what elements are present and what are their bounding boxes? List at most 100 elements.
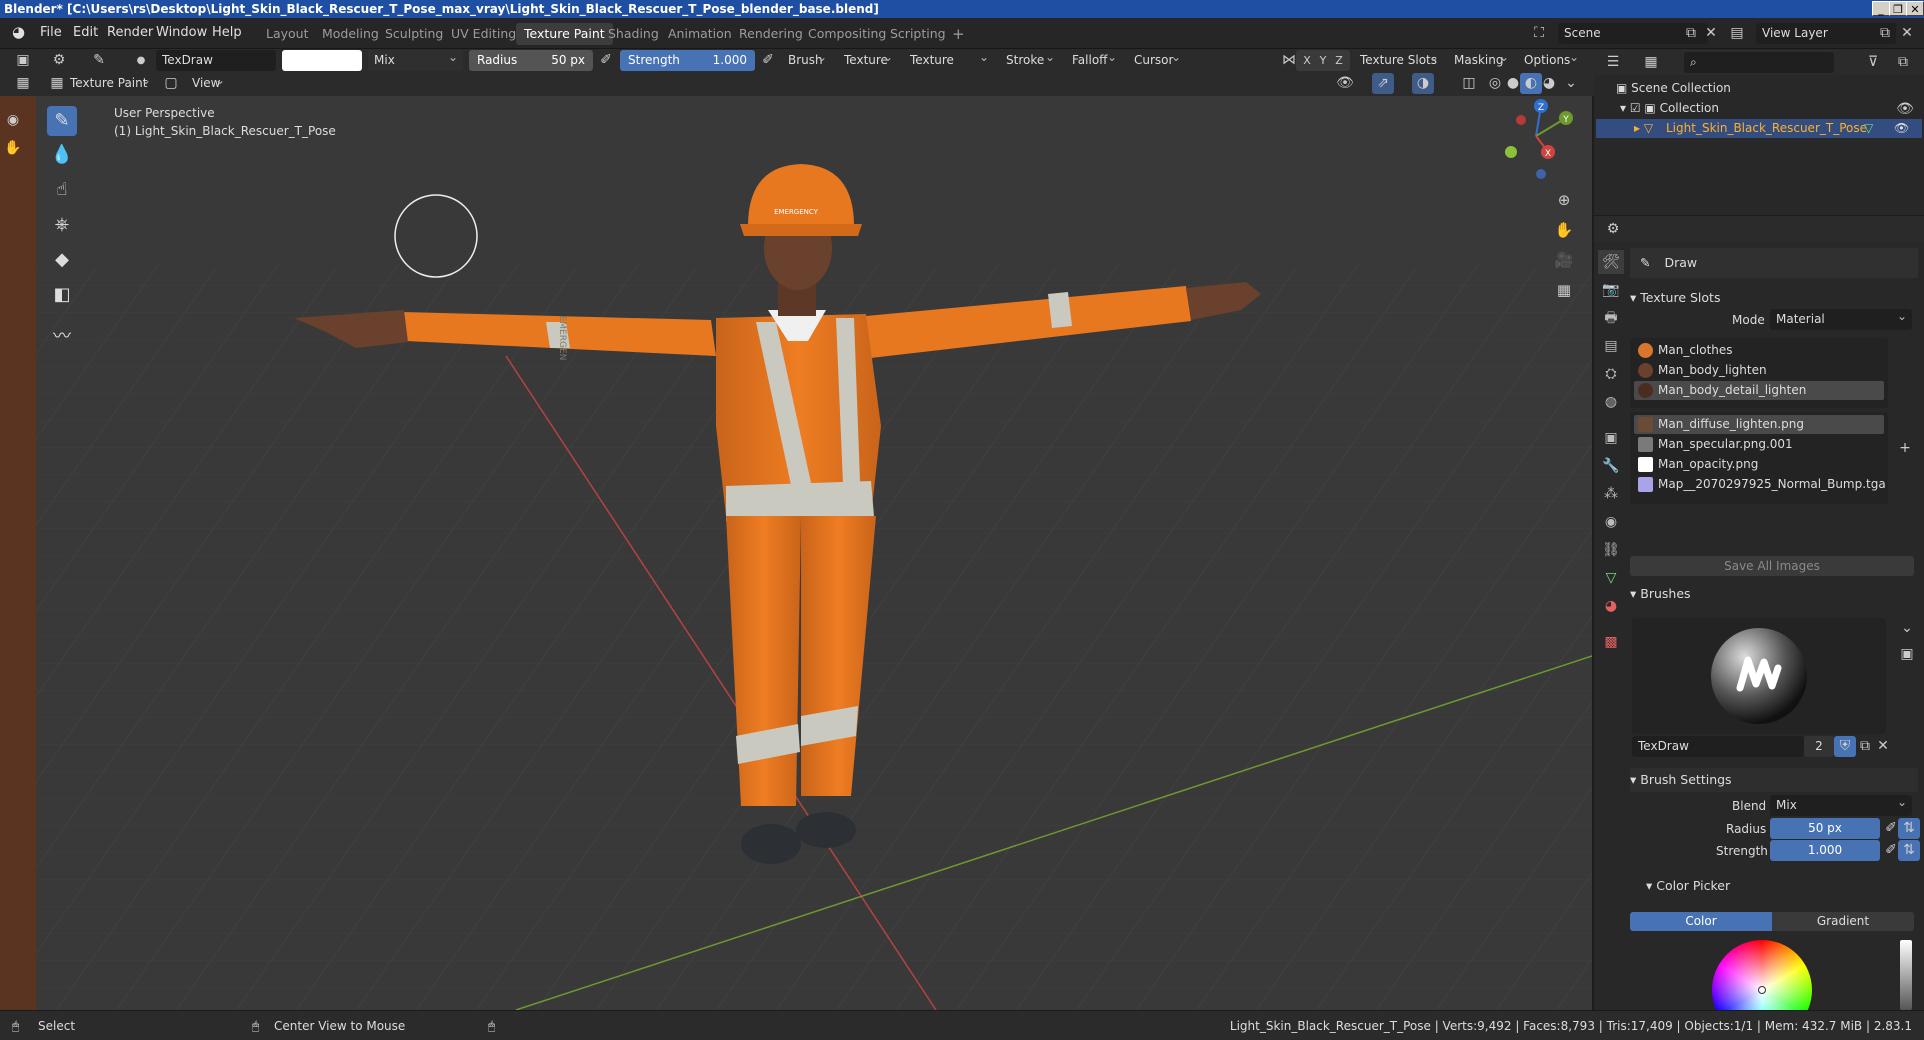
texture-mode-dropdown[interactable]: Material xyxy=(1770,306,1912,330)
menu-edit[interactable]: Edit xyxy=(73,25,98,40)
brush-settings-panel-header[interactable]: ▾ Brush Settings xyxy=(1630,768,1918,792)
view-menu[interactable]: View xyxy=(186,70,230,94)
blend-dropdown[interactable]: Mix xyxy=(1770,792,1912,816)
mask-tool-icon[interactable]: ◧ xyxy=(47,280,77,310)
mode-dropdown[interactable]: Texture Paint xyxy=(64,70,156,94)
fake-user-shield-icon[interactable]: ⛨ xyxy=(1834,736,1856,757)
object-eye-icon[interactable]: 👁 xyxy=(1894,121,1909,135)
camera-view-icon[interactable]: 🎥 xyxy=(1553,250,1575,271)
save-all-images-button[interactable]: Save All Images xyxy=(1630,556,1914,576)
physics-tab-icon[interactable]: ◉ xyxy=(1598,510,1624,534)
3d-viewport[interactable]: EMERGENCY EMERGEN Z Y X User Perspective… xyxy=(36,96,1592,1010)
minimize-button[interactable]: _ xyxy=(1872,1,1890,16)
tab-rendering[interactable]: Rendering xyxy=(731,23,811,45)
tab-scripting[interactable]: Scripting xyxy=(882,23,954,45)
view-layer-icon[interactable]: ▤ xyxy=(1726,23,1748,44)
scene-icon[interactable]: ⛶ xyxy=(1528,23,1550,44)
texture-mask-menu[interactable]: Texture Mask xyxy=(904,47,994,88)
brush-preview-box[interactable] xyxy=(1632,618,1886,734)
collection-eye-icon[interactable]: 👁 xyxy=(1894,99,1916,120)
view-tool-icon[interactable]: ◉ xyxy=(2,110,24,131)
output-tab-icon[interactable]: 🖶 xyxy=(1598,306,1624,330)
color-wheel-container[interactable] xyxy=(1712,940,1812,1010)
outliner-object-row[interactable]: ▸ ▽ Light_Skin_Black_Rescuer_T_Pose ▽ 👁 xyxy=(1596,119,1922,138)
data-tab-icon[interactable]: ▽ xyxy=(1598,566,1624,590)
smear-tool-icon[interactable]: ☝ xyxy=(47,175,77,205)
mirror-z-toggle[interactable]: Z xyxy=(1328,50,1350,71)
outliner-scene-collection[interactable]: ▣ Scene Collection xyxy=(1616,79,1731,98)
add-slot-icon[interactable]: + xyxy=(1894,438,1916,459)
expand-arrow-icon[interactable]: ▾ ☑ ▣ xyxy=(1620,101,1660,115)
outliner-editor-icon[interactable]: ☰ xyxy=(1602,52,1624,73)
brushes-panel-header[interactable]: ▾ Brushes xyxy=(1630,582,1918,606)
tab-layout[interactable]: Layout xyxy=(258,23,317,45)
delete-view-layer-icon[interactable]: ✕ xyxy=(1896,23,1918,44)
tool-dropdown-icon[interactable]: ⚙ xyxy=(48,50,70,71)
pan-hand-icon[interactable]: ✋ xyxy=(1553,220,1575,241)
menu-help[interactable]: Help xyxy=(212,25,242,40)
new-scene-icon[interactable]: ⧉ xyxy=(1680,23,1702,44)
cursor-menu[interactable]: Cursor xyxy=(1128,47,1186,71)
brush-specials-icon[interactable]: ⌄ xyxy=(1896,618,1918,639)
xray-toggle-icon[interactable]: ◫ xyxy=(1458,73,1480,94)
falloff-menu[interactable]: Falloff xyxy=(1066,47,1122,71)
texture-menu[interactable]: Texture xyxy=(838,47,898,71)
brush-name-input[interactable]: TexDraw xyxy=(1632,736,1804,757)
tool-tab-icon[interactable]: 🛠 xyxy=(1598,250,1624,274)
view-layer-tab-icon[interactable]: ▤ xyxy=(1598,334,1624,358)
object-tab-icon[interactable]: ▣ xyxy=(1598,426,1624,450)
brush-name-field[interactable]: TexDraw xyxy=(156,50,276,71)
fill-tool-icon[interactable]: ◆ xyxy=(47,245,77,275)
hand-icon[interactable]: ✋ xyxy=(2,138,24,159)
radius-pressure-icon[interactable]: ✐ xyxy=(595,50,617,71)
new-view-layer-icon[interactable]: ⧉ xyxy=(1874,23,1896,44)
radius-slider[interactable]: Radius 50 px xyxy=(469,50,593,71)
zoom-icon[interactable]: ⊕ xyxy=(1553,190,1575,211)
image-slot-item-selected[interactable]: Man_diffuse_lighten.png xyxy=(1634,415,1884,434)
soften-tool-icon[interactable]: 💧 xyxy=(47,140,77,170)
material-slot-item[interactable]: Man_body_lighten xyxy=(1634,361,1884,380)
brush-color-swatch[interactable] xyxy=(282,50,362,71)
tab-animation[interactable]: Animation xyxy=(660,23,740,45)
brush-image-icon[interactable]: ▣ xyxy=(1896,644,1918,665)
tab-modeling[interactable]: Modeling xyxy=(314,23,387,45)
world-tab-icon[interactable]: ◍ xyxy=(1598,390,1624,414)
brush-browse-icon[interactable]: ● xyxy=(130,50,152,71)
texture-tab-icon[interactable]: ▩ xyxy=(1598,630,1624,654)
outliner-collection[interactable]: ▾ ☑ ▣ Collection xyxy=(1620,99,1719,118)
unlink-brush-icon[interactable]: ✕ xyxy=(1872,736,1894,757)
gradient-tab[interactable]: Gradient xyxy=(1772,912,1914,931)
mask-toggle-icon[interactable]: ▢ xyxy=(160,73,182,94)
gizmo-toggle-icon[interactable]: ⇗ xyxy=(1372,73,1394,94)
color-wheel[interactable] xyxy=(1712,940,1812,1010)
tab-texture-paint[interactable]: Texture Paint xyxy=(516,23,613,45)
radius-pressure-toggle[interactable]: ⇅ xyxy=(1898,818,1920,839)
properties-editor-icon[interactable]: ⚙ xyxy=(1602,219,1624,240)
filter-icon[interactable]: ⊽ xyxy=(1862,52,1884,73)
blender-logo-icon[interactable]: ◕ xyxy=(12,23,25,41)
material-slot-item[interactable]: Man_clothes xyxy=(1634,341,1884,360)
visibility-icon[interactable]: 👁 xyxy=(1334,73,1356,94)
options-menu[interactable]: Options xyxy=(1518,47,1584,71)
menu-window[interactable]: Window xyxy=(156,25,207,40)
strength-pressure-toggle[interactable]: ⇅ xyxy=(1898,840,1920,861)
clone-tool-icon[interactable]: ⎈ xyxy=(47,210,77,240)
delete-scene-icon[interactable]: ✕ xyxy=(1700,23,1722,44)
add-workspace-button[interactable]: + xyxy=(944,23,973,45)
constraints-tab-icon[interactable]: ⛓ xyxy=(1598,538,1624,562)
scene-tab-icon[interactable]: ⛭ xyxy=(1598,362,1624,386)
material-slot-item-selected[interactable]: Man_body_detail_lighten xyxy=(1634,381,1884,400)
stroke-menu[interactable]: Stroke xyxy=(1000,47,1060,71)
new-collection-icon[interactable]: ⧉ xyxy=(1892,52,1914,73)
particles-tab-icon[interactable]: ⁂ xyxy=(1598,482,1624,506)
rendered-shading-icon[interactable]: ◕ xyxy=(1538,73,1560,94)
overlay-toggle-icon[interactable]: ◑ xyxy=(1412,73,1434,94)
tab-compositing[interactable]: Compositing xyxy=(800,23,894,45)
material-tab-icon[interactable]: ◕ xyxy=(1598,594,1624,618)
shading-options-icon[interactable]: ⌄ xyxy=(1560,73,1582,94)
modifier-tab-icon[interactable]: 🔧 xyxy=(1598,454,1624,478)
masking-menu[interactable]: Masking xyxy=(1448,47,1514,71)
value-slider[interactable] xyxy=(1900,940,1912,1010)
strength-slider[interactable]: Strength 1.000 xyxy=(620,50,755,71)
texture-slots-menu[interactable]: Texture Slots xyxy=(1354,47,1444,71)
